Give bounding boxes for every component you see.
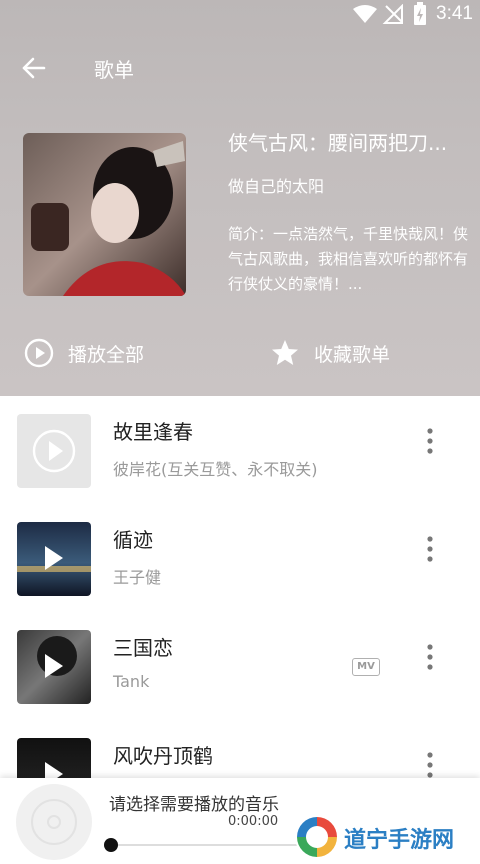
- collect-label: 收藏歌单: [314, 343, 391, 366]
- play-icon: [45, 546, 63, 570]
- playlist-intro[interactable]: 简介：一点浩然气，千里快哉风！侠气古风歌曲，我相信喜欢听的都怀有行侠仗义的豪情！…: [228, 222, 468, 297]
- back-arrow-icon[interactable]: [20, 54, 48, 82]
- watermark-text: 道宁手游网: [344, 828, 455, 853]
- more-options-icon[interactable]: [420, 534, 440, 564]
- watermark-logo: [295, 815, 339, 859]
- mv-badge[interactable]: MV: [352, 658, 380, 676]
- song-thumbnail[interactable]: [17, 522, 91, 596]
- playback-time: 0:00:00/0: [228, 814, 278, 829]
- progress-knob[interactable]: [104, 838, 118, 852]
- wifi-icon: [353, 5, 377, 23]
- song-artist: 王子健: [113, 568, 162, 587]
- song-title: 风吹丹顶鹤: [113, 744, 213, 768]
- song-row[interactable]: 故里逢春 彼岸花(互关互赞、永不取关): [0, 396, 480, 504]
- more-options-icon[interactable]: [420, 750, 440, 780]
- more-options-icon[interactable]: [420, 642, 440, 672]
- play-icon: [45, 654, 63, 678]
- playlist-title: 侠气古风：腰间两把刀...: [228, 131, 448, 155]
- play-all-label: 播放全部: [68, 343, 145, 366]
- song-thumbnail[interactable]: [17, 414, 91, 488]
- more-options-icon[interactable]: [420, 426, 440, 456]
- song-title: 故里逢春: [113, 420, 193, 444]
- now-playing-title: 请选择需要播放的音乐: [109, 795, 279, 815]
- song-artist: Tank: [113, 672, 150, 691]
- progress-track[interactable]: [110, 844, 310, 846]
- site-watermark: 道宁手游网: [292, 812, 480, 864]
- status-bar: 3:41: [0, 0, 480, 28]
- play-circle-icon: [32, 429, 76, 473]
- play-all-button[interactable]: 播放全部: [24, 336, 144, 370]
- disc-icon[interactable]: [16, 784, 92, 860]
- play-circle-icon: [24, 338, 54, 368]
- page-title: 歌单: [94, 58, 134, 82]
- playlist-cover-image: [23, 133, 186, 296]
- playlist-header: 3:41 歌单 侠气古风：腰间两把刀... 做自己的太阳 简介：一点浩然气，千里…: [0, 0, 480, 396]
- song-title: 三国恋: [113, 636, 173, 660]
- song-title: 循迹: [113, 528, 153, 552]
- signal-icon: [382, 4, 403, 24]
- song-thumbnail[interactable]: [17, 630, 91, 704]
- song-row[interactable]: 三国恋 Tank MV: [0, 612, 480, 720]
- collect-playlist-button[interactable]: 收藏歌单: [270, 336, 390, 370]
- star-icon: [272, 340, 298, 365]
- battery-charging-icon: [414, 2, 426, 25]
- playlist-author[interactable]: 做自己的太阳: [228, 173, 324, 197]
- song-row[interactable]: 循迹 王子健: [0, 504, 480, 612]
- song-artist: 彼岸花(互关互赞、永不取关): [113, 460, 318, 479]
- status-time: 3:41: [436, 3, 473, 24]
